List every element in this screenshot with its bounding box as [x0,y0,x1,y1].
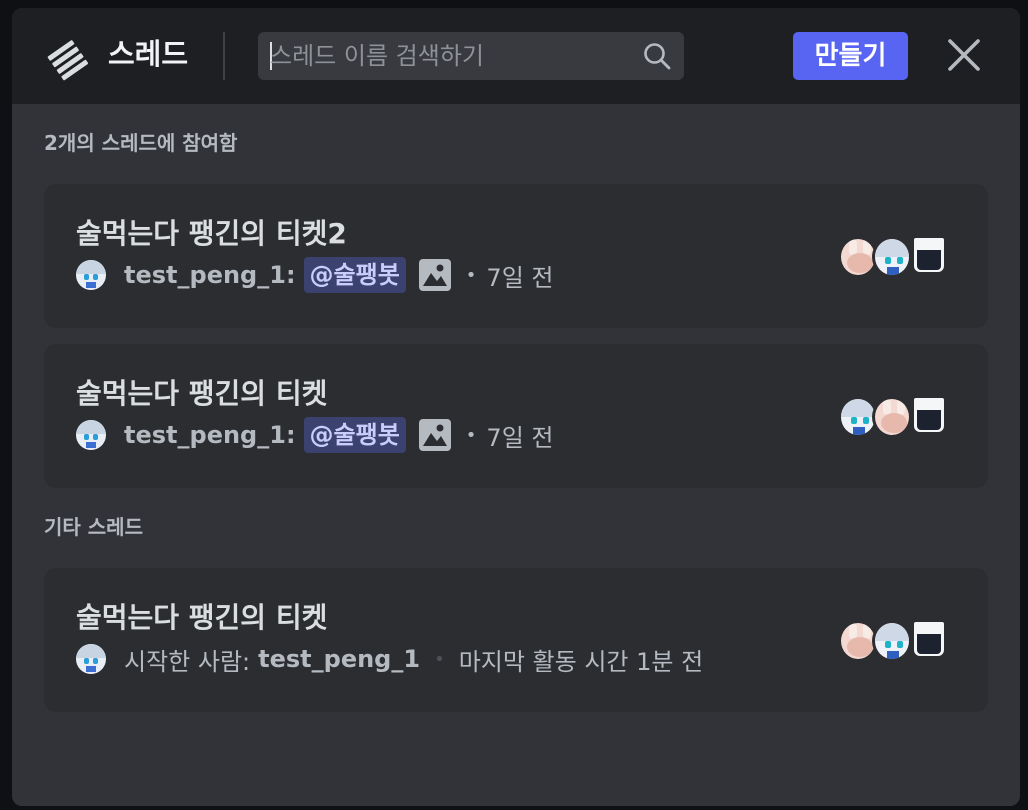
thread-title: 술먹는다 팽긴의 티켓 [76,377,328,410]
separator-dot: • [465,264,477,286]
participant-avatar [910,236,950,278]
separator-dot: • [465,424,477,446]
participant-avatars [838,620,950,664]
thread-card[interactable]: 술먹는다 팽긴의 티켓 시작한 사람: test_peng_1 • 마지막 활동… [44,568,988,712]
close-icon[interactable] [944,35,984,75]
threads-title: 스레드 [108,37,189,71]
author-avatar [76,644,106,674]
author-avatar [76,420,106,450]
section-label-joined: 2개의 스레드에 참여함 [44,131,238,155]
author-name: test_peng_1 [124,261,286,289]
participant-avatars [838,396,950,440]
thread-last-message: test_peng_1: @술팽봇 • 7일 전 [76,417,554,453]
threads-icon [47,40,89,81]
thread-search-input[interactable] [270,32,630,80]
image-icon [418,259,451,291]
image-icon [418,419,451,451]
section-label-other: 기타 스레드 [44,515,143,539]
participant-avatar [872,236,912,278]
search-icon[interactable] [642,41,672,71]
thread-card[interactable]: 술먹는다 팽긴의 티켓2 test_peng_1: @술팽봇 • 7일 전 [44,184,988,328]
thread-title: 술먹는다 팽긴의 티켓2 [76,217,347,250]
author-avatar [76,260,106,290]
started-by-label: 시작한 사람: [124,647,251,676]
thread-time: 7일 전 [486,263,554,292]
thread-time: 7일 전 [486,423,554,452]
participant-avatar [872,396,912,438]
separator-dot: • [434,648,445,670]
thread-title: 술먹는다 팽긴의 티켓 [76,601,328,634]
create-thread-button[interactable]: 만들기 [793,32,908,80]
threads-header: 스레드 만들기 [12,8,1020,104]
participant-avatars [838,236,950,280]
thread-info: 시작한 사람: test_peng_1 • 마지막 활동 시간 1분 전 [76,642,703,676]
author-name: test_peng_1 [124,421,286,449]
thread-search-box[interactable] [258,32,684,80]
author-name: test_peng_1 [258,645,421,673]
bot-mention: @술팽봇 [303,417,406,453]
participant-avatar [872,620,912,662]
thread-last-message: test_peng_1: @술팽봇 • 7일 전 [76,257,554,293]
participant-avatar [910,396,950,438]
bot-mention: @술팽봇 [303,257,406,293]
threads-modal: 스레드 만들기 2개의 스레드에 참여함 술먹는다 팽긴의 티켓2 test_p… [12,8,1020,806]
participant-avatar [910,620,950,662]
last-activity: 마지막 활동 시간 1분 전 [458,647,704,676]
header-divider [223,32,225,80]
thread-card[interactable]: 술먹는다 팽긴의 티켓 test_peng_1: @술팽봇 • 7일 전 [44,344,988,488]
